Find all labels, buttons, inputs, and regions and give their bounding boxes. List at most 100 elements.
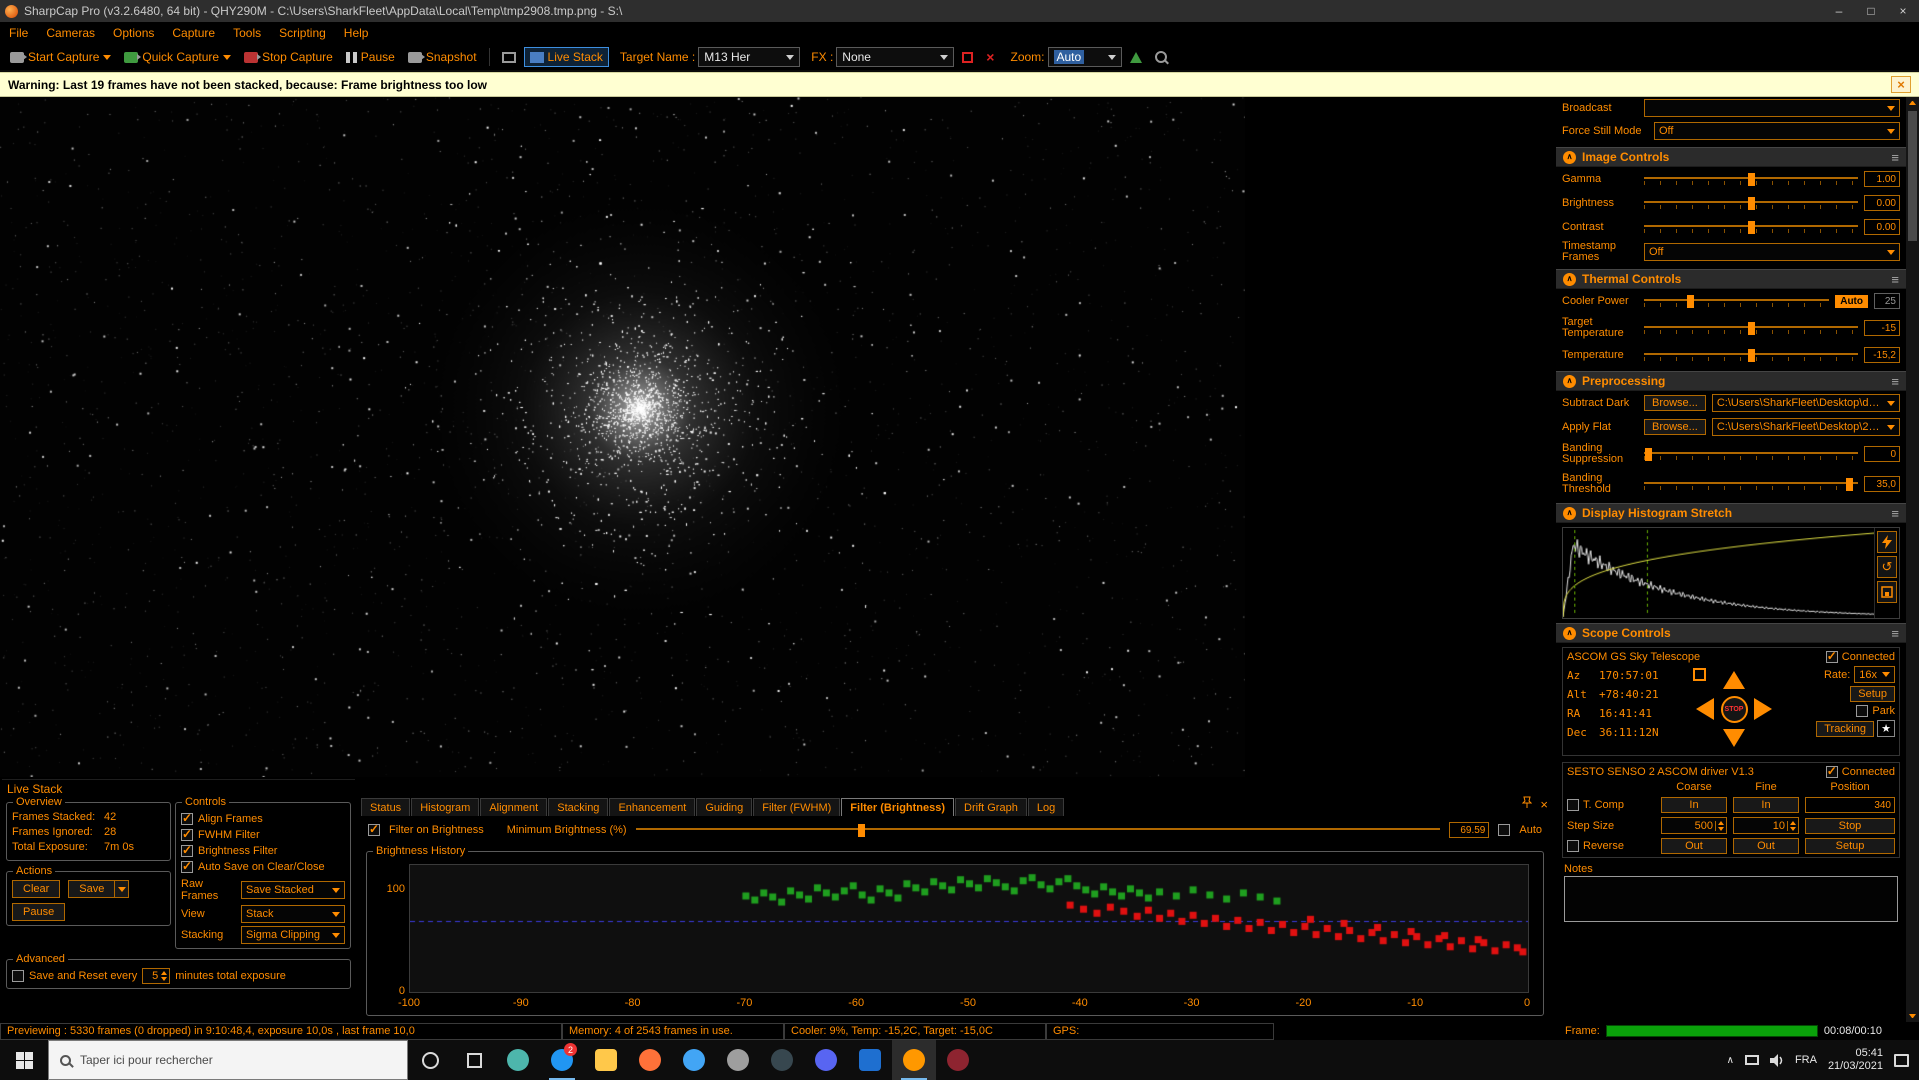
hamburger-icon[interactable]: ≡ — [1891, 150, 1899, 165]
hamburger-icon[interactable]: ≡ — [1891, 626, 1899, 641]
coarse-step-spinner[interactable]: 500 — [1661, 817, 1727, 834]
fwhm-filter-checkbox[interactable] — [181, 829, 193, 841]
scroll-up-icon[interactable] — [1909, 101, 1916, 105]
scope-connected-checkbox[interactable] — [1826, 651, 1838, 663]
menu-file[interactable]: File — [0, 26, 37, 40]
file-explorer-icon[interactable] — [584, 1040, 628, 1080]
menu-cameras[interactable]: Cameras — [37, 26, 104, 40]
save-button[interactable]: Save — [68, 880, 115, 898]
collapse-icon[interactable]: ∧ — [1563, 507, 1576, 520]
apply-flat-path-dropdown[interactable]: C:\Users\SharkFleet\Desktop\21_2... — [1712, 418, 1900, 436]
collapse-icon[interactable]: ∧ — [1563, 375, 1576, 388]
tab-filter-fwhm[interactable]: Filter (FWHM) — [753, 798, 840, 816]
display-tray-icon[interactable] — [1745, 1055, 1759, 1065]
gamma-slider[interactable] — [1644, 172, 1858, 187]
coarse-out-button[interactable]: Out — [1661, 838, 1727, 854]
red-app-icon[interactable] — [936, 1040, 980, 1080]
section-thermal-controls[interactable]: ∧ Thermal Controls ≡ — [1556, 269, 1906, 289]
clear-selection-button[interactable]: × — [981, 47, 999, 67]
collapse-icon[interactable]: ∧ — [1563, 273, 1576, 286]
start-button[interactable] — [0, 1040, 48, 1080]
start-capture-button[interactable]: Start Capture — [5, 48, 116, 66]
coarse-in-button[interactable]: In — [1661, 797, 1727, 813]
scrollbar-thumb[interactable] — [1908, 111, 1917, 241]
menu-help[interactable]: Help — [335, 26, 378, 40]
star-icon[interactable]: ★ — [1877, 720, 1895, 737]
section-scope-controls[interactable]: ∧ Scope Controls ≡ — [1556, 623, 1906, 643]
menu-options[interactable]: Options — [104, 26, 163, 40]
reset-stretch-icon[interactable]: ↺ — [1877, 556, 1897, 578]
volume-icon[interactable] — [1770, 1054, 1784, 1067]
brightness-value[interactable]: 0.00 — [1864, 195, 1900, 211]
taskbar-clock[interactable]: 05:41 21/03/2021 — [1828, 1047, 1883, 1073]
banding-threshold-slider[interactable] — [1644, 477, 1858, 492]
brightness-filter-checkbox[interactable] — [181, 845, 193, 857]
photos-icon[interactable] — [848, 1040, 892, 1080]
spin-down-icon[interactable] — [1790, 827, 1796, 831]
auto-checkbox[interactable] — [1498, 824, 1510, 836]
notification-center-icon[interactable] — [1894, 1054, 1909, 1067]
spin-down-icon[interactable] — [1718, 827, 1724, 831]
align-frames-checkbox[interactable] — [181, 813, 193, 825]
view-dropdown[interactable]: Stack — [241, 905, 345, 923]
hamburger-icon[interactable]: ≡ — [1891, 374, 1899, 389]
save-reset-checkbox[interactable] — [12, 970, 24, 982]
banding-threshold-value[interactable]: 35,0 — [1864, 476, 1900, 492]
histogram-canvas[interactable] — [1563, 528, 1874, 618]
section-preprocessing[interactable]: ∧ Preprocessing ≡ — [1556, 371, 1906, 391]
sharpcap-icon[interactable] — [892, 1040, 936, 1080]
gamma-value[interactable]: 1.00 — [1864, 171, 1900, 187]
raw-frames-dropdown[interactable]: Save Stacked — [241, 881, 345, 899]
cooler-auto-button[interactable]: Auto — [1835, 295, 1868, 308]
menu-tools[interactable]: Tools — [224, 26, 270, 40]
slew-left-button[interactable] — [1691, 695, 1719, 723]
zoom-dropdown[interactable]: Auto — [1048, 47, 1122, 67]
auto-stretch-icon[interactable] — [1877, 531, 1897, 553]
apply-flat-browse-button[interactable]: Browse... — [1644, 419, 1706, 435]
pause-button[interactable]: Pause — [341, 48, 400, 66]
target-temperature-slider[interactable] — [1644, 321, 1858, 336]
auto-stretch-button[interactable] — [1125, 50, 1147, 65]
brightness-slider[interactable] — [1644, 196, 1858, 211]
save-stretch-icon[interactable] — [1877, 581, 1897, 603]
temperature-slider[interactable] — [1644, 348, 1858, 363]
close-button[interactable]: × — [1887, 0, 1919, 22]
tab-enhancement[interactable]: Enhancement — [609, 798, 695, 816]
min-brightness-value[interactable]: 69.59 — [1449, 822, 1489, 838]
spin-up-icon[interactable] — [1718, 821, 1724, 825]
slew-up-button[interactable] — [1720, 666, 1748, 694]
cortana-button[interactable] — [408, 1040, 452, 1080]
focuser-position-value[interactable]: 340 — [1805, 797, 1895, 813]
stop-capture-button[interactable]: Stop Capture — [239, 48, 338, 66]
rate-dropdown[interactable]: 16x — [1854, 666, 1895, 683]
force-still-dropdown[interactable]: Off — [1654, 122, 1900, 140]
timestamp-frames-dropdown[interactable]: Off — [1644, 243, 1900, 261]
minutes-spinner[interactable]: 5 — [142, 968, 170, 984]
tab-filter-brightness[interactable]: Filter (Brightness) — [841, 798, 954, 816]
gray-app-icon[interactable] — [716, 1040, 760, 1080]
notes-textarea[interactable] — [1564, 876, 1898, 922]
contrast-value[interactable]: 0.00 — [1864, 219, 1900, 235]
focuser-stop-button[interactable]: Stop — [1805, 818, 1895, 834]
fine-out-button[interactable]: Out — [1733, 838, 1799, 854]
section-histogram-stretch[interactable]: ∧ Display Histogram Stretch ≡ — [1556, 503, 1906, 523]
reverse-checkbox[interactable] — [1567, 840, 1579, 852]
t-comp-checkbox[interactable] — [1567, 799, 1579, 811]
snapshot-button[interactable]: Snapshot — [403, 48, 482, 66]
edge-icon[interactable] — [672, 1040, 716, 1080]
target-name-dropdown[interactable]: M13 Her — [698, 47, 800, 67]
center-target-icon[interactable] — [1693, 668, 1706, 681]
section-image-controls[interactable]: ∧ Image Controls ≡ — [1556, 147, 1906, 167]
tab-stacking[interactable]: Stacking — [548, 798, 608, 816]
clear-button[interactable]: Clear — [12, 880, 60, 898]
menu-capture[interactable]: Capture — [163, 26, 224, 40]
banding-suppression-slider[interactable] — [1644, 447, 1858, 462]
pause-stack-button[interactable]: Pause — [12, 903, 65, 921]
collapse-icon[interactable]: ∧ — [1563, 627, 1576, 640]
tab-drift-graph[interactable]: Drift Graph — [955, 798, 1027, 816]
minimize-button[interactable]: – — [1823, 0, 1855, 22]
messenger-icon[interactable]: 2 — [540, 1040, 584, 1080]
subtract-dark-path-dropdown[interactable]: C:\Users\SharkFleet\Desktop\dark... — [1712, 394, 1900, 412]
warning-close-icon[interactable]: × — [1891, 76, 1911, 93]
slew-stop-button[interactable]: STOP — [1721, 696, 1748, 723]
